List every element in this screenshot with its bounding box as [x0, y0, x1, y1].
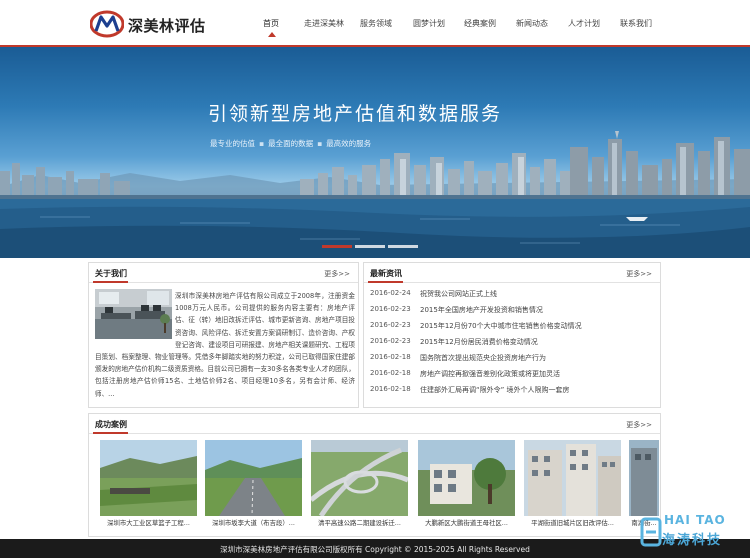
news-date: 2016-02-24	[370, 289, 411, 297]
case-card[interactable]: 清平高速公路二期建设拆迁...	[311, 440, 408, 532]
news-date: 2016-02-23	[370, 321, 411, 329]
title-underline	[93, 281, 128, 283]
nav-item-services[interactable]: 服务领域	[360, 18, 392, 29]
case-card[interactable]: 大鹏新区大鹏街道王母社区...	[418, 440, 515, 532]
case-photo[interactable]	[629, 440, 659, 516]
case-photo[interactable]	[311, 440, 408, 516]
news-item[interactable]: 2016-02-23 2015年12月份居民消费价格变动情况	[370, 337, 650, 351]
case-photo[interactable]	[100, 440, 197, 516]
site-footer: 深圳市深美林房地产评估有限公司版权所有 Copyright © 2015-202…	[0, 539, 750, 558]
title-underline	[368, 281, 403, 283]
case-card[interactable]: 深圳市坂李大道（布吉段）...	[205, 440, 302, 532]
village-photo	[418, 440, 515, 516]
hero-banner: 引领新型房地产估值和数据服务 最专业的估值 ▪ 最全面的数据 ▪ 最高效的服务	[0, 47, 750, 258]
news-headline[interactable]: 国务院首次提出规范央企投资房地产行为	[420, 353, 650, 363]
case-caption[interactable]: 深圳市坂李大道（布吉段）...	[205, 518, 302, 527]
case-card[interactable]: 深圳市大工业区草篮子工程...	[100, 440, 197, 532]
news-item[interactable]: 2016-02-24 祝贺我公司网站正式上线	[370, 289, 650, 303]
news-headline[interactable]: 房地产调控再掀强音差别化政策或将更加灵活	[420, 369, 650, 379]
news-headline[interactable]: 祝贺我公司网站正式上线	[420, 289, 650, 299]
banner-tagline: 最专业的估值	[210, 139, 255, 148]
nav-item-about[interactable]: 走进深美林	[304, 18, 344, 29]
case-photo[interactable]	[524, 440, 621, 516]
news-title: 最新资讯	[370, 269, 402, 278]
cases-panel: 成功案例 更多>> 深圳市大工业区草篮子工程... 深圳市坂李大道（布吉段）..…	[88, 413, 661, 537]
about-panel: 关于我们 更多>> 深圳市深美林房地产评估有限公司成立于2008年，注册资金10…	[88, 262, 359, 408]
case-photo[interactable]	[418, 440, 515, 516]
highway-photo	[205, 440, 302, 516]
cases-panel-header: 成功案例 更多>>	[89, 414, 660, 434]
case-caption[interactable]: 清平高速公路二期建设拆迁...	[311, 518, 408, 527]
news-headline[interactable]: 2015年12月份70个大中城市住宅销售价格变动情况	[420, 321, 650, 331]
cases-gallery: 深圳市大工业区草篮子工程... 深圳市坂李大道（布吉段）... 清平高速公路二期…	[97, 440, 659, 536]
copyright-text: 深圳市深美林房地产评估有限公司版权所有 Copyright © 2015-202…	[220, 545, 530, 554]
about-panel-header: 关于我们 更多>>	[89, 263, 358, 283]
news-item[interactable]: 2016-02-18 国务院首次提出规范央企投资房地产行为	[370, 353, 650, 367]
case-caption[interactable]: 平湖街道旧城片区旧改评估...	[524, 518, 621, 527]
tagline-separator: ▪	[259, 139, 265, 148]
banner-tagline: 最全面的数据	[268, 139, 314, 148]
about-more-link[interactable]: 更多>>	[324, 269, 350, 279]
about-description: 深圳市深美林房地产评估有限公司成立于2008年，注册资金1008万元人民币。公司…	[95, 290, 355, 400]
news-item[interactable]: 2016-02-23 2015年12月份70个大中城市住宅销售价格变动情况	[370, 321, 650, 335]
news-panel: 最新资讯 更多>> 2016-02-24 祝贺我公司网站正式上线 2016-02…	[363, 262, 661, 408]
news-date: 2016-02-23	[370, 305, 411, 313]
interchange-photo	[311, 440, 408, 516]
nav-item-news[interactable]: 新闻动态	[516, 18, 548, 29]
news-headline[interactable]: 住建部外汇局再调“限外令” 境外个人限购一套房	[420, 385, 650, 395]
news-item[interactable]: 2016-02-23 2015年全国房地产开发投资和销售情况	[370, 305, 650, 319]
photo-spacer	[95, 290, 175, 340]
about-title: 关于我们	[95, 269, 127, 278]
banner-headline: 引领新型房地产估值和数据服务	[208, 103, 503, 125]
nav-item-talent[interactable]: 人才计划	[568, 18, 600, 29]
city-skyline-illustration	[0, 131, 750, 258]
case-caption[interactable]: 深圳市大工业区草篮子工程...	[100, 518, 197, 527]
watermark-text-en: HAI TAO	[664, 513, 726, 527]
watermark-logo-icon	[640, 517, 662, 547]
watermark-text-cn: 海涛科技	[662, 533, 723, 548]
watermark: HAI TAO 海涛科技	[640, 513, 744, 551]
news-date: 2016-02-23	[370, 337, 411, 345]
news-date: 2016-02-18	[370, 369, 411, 377]
news-headline[interactable]: 2015年12月份居民消费价格变动情况	[420, 337, 650, 347]
logo-mark-icon	[90, 10, 124, 38]
news-date: 2016-02-18	[370, 385, 411, 393]
site-logo[interactable]: 深美林评估	[90, 9, 208, 39]
case-photo[interactable]	[205, 440, 302, 516]
news-date: 2016-02-18	[370, 353, 411, 361]
cases-more-link[interactable]: 更多>>	[626, 420, 652, 430]
case-caption[interactable]: 大鹏新区大鹏街道王母社区...	[418, 518, 515, 527]
nav-item-contact[interactable]: 联系我们	[620, 18, 652, 29]
nav-item-cases[interactable]: 经典案例	[464, 18, 496, 29]
news-item[interactable]: 2016-02-18 住建部外汇局再调“限外令” 境外个人限购一套房	[370, 385, 650, 399]
old-town-photo	[524, 440, 621, 516]
case-card[interactable]: 平湖街道旧城片区旧改评估...	[524, 440, 621, 532]
news-headline[interactable]: 2015年全国房地产开发投资和销售情况	[420, 305, 650, 315]
news-item[interactable]: 2016-02-18 房地产调控再掀强音差别化政策或将更加灵活	[370, 369, 650, 383]
banner-taglines: 最专业的估值 ▪ 最全面的数据 ▪ 最高效的服务	[210, 138, 371, 149]
street-photo	[629, 440, 659, 516]
news-more-link[interactable]: 更多>>	[626, 269, 652, 279]
site-header: 深美林评估 首页 走进深美林 服务领域 圆梦计划 经典案例 新闻动态 人才计划 …	[0, 0, 750, 47]
nav-item-home[interactable]: 首页	[263, 18, 279, 29]
slider-dot[interactable]	[388, 245, 418, 248]
banner-tagline: 最高效的服务	[326, 139, 372, 148]
cases-title: 成功案例	[95, 420, 127, 429]
title-underline	[93, 432, 128, 434]
tagline-separator: ▪	[317, 139, 323, 148]
farmland-photo	[100, 440, 197, 516]
news-panel-header: 最新资讯 更多>>	[364, 263, 660, 283]
logo-text: 深美林评估	[128, 17, 206, 35]
nav-item-dream-plan[interactable]: 圆梦计划	[413, 18, 445, 29]
slider-dot[interactable]	[322, 245, 352, 248]
slider-dot[interactable]	[355, 245, 385, 248]
nav-active-indicator-icon	[268, 32, 276, 37]
